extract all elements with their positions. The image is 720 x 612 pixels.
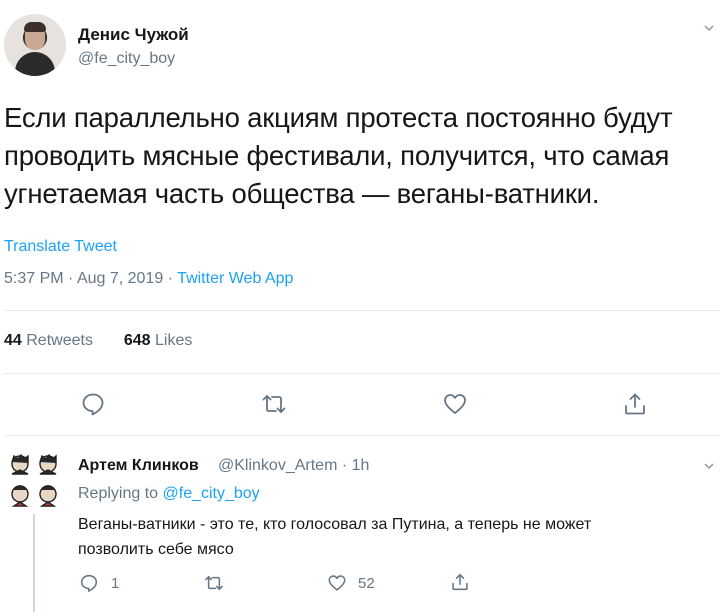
likes-label: Likes bbox=[155, 332, 193, 349]
tweet-text-line: угнетаемая часть общества — веганы-ватни… bbox=[4, 178, 600, 209]
retweet-arrows-icon[interactable] bbox=[261, 391, 287, 417]
comment-bubble-icon[interactable] bbox=[80, 391, 106, 417]
retweets-count: 44 bbox=[4, 332, 22, 349]
likes-stat[interactable]: 648 Likes bbox=[124, 332, 193, 349]
tweet-metadata: 5:37 PM · Aug 7, 2019 · Twitter Web App bbox=[4, 270, 293, 288]
meta-separator: · bbox=[167, 270, 174, 287]
comment-bubble-icon[interactable] bbox=[79, 573, 99, 593]
thread-line bbox=[33, 514, 35, 612]
reply-author-handle[interactable]: @Klinkov_Artem · 1h bbox=[218, 457, 369, 475]
replying-to-handle[interactable]: @fe_city_boy bbox=[163, 485, 260, 502]
retweets-stat[interactable]: 44 Retweets bbox=[4, 332, 93, 349]
share-upload-icon[interactable] bbox=[622, 391, 648, 417]
tweet-text: Если параллельно акциям протеста постоян… bbox=[4, 99, 716, 213]
meta-separator: · bbox=[68, 270, 74, 287]
tweet-text-line: проводить мясные фестивали, получится, ч… bbox=[4, 140, 670, 171]
replying-to: Replying to @fe_city_boy bbox=[78, 485, 260, 503]
divider bbox=[4, 310, 720, 311]
share-upload-icon[interactable] bbox=[450, 572, 470, 592]
chevron-down-icon[interactable] bbox=[704, 23, 714, 33]
reply-text: Веганы-ватники - это те, кто голосовал з… bbox=[78, 512, 698, 562]
tweet-time[interactable]: 5:37 PM bbox=[4, 270, 64, 287]
translate-tweet-link[interactable]: Translate Tweet bbox=[4, 238, 117, 256]
reply-author-avatar[interactable] bbox=[4, 450, 66, 512]
avatar-hair bbox=[24, 22, 46, 32]
heart-icon[interactable] bbox=[327, 573, 347, 593]
retweet-arrows-icon[interactable] bbox=[204, 573, 224, 593]
engagement-stats: 44 Retweets 648 Likes bbox=[4, 332, 192, 350]
replying-prefix: Replying to bbox=[78, 485, 159, 502]
tweet-text-line: Если параллельно акциям протеста постоян… bbox=[4, 102, 673, 133]
reply-text-line: Веганы-ватники - это те, кто голосовал з… bbox=[78, 516, 592, 533]
author-avatar[interactable] bbox=[4, 14, 66, 76]
reply-count: 1 bbox=[111, 575, 120, 592]
reply-text-line: позволить себе мясо bbox=[78, 541, 234, 558]
likes-count: 648 bbox=[123, 332, 151, 349]
source-app-link[interactable]: Twitter Web App bbox=[177, 270, 293, 287]
heart-icon[interactable] bbox=[442, 391, 468, 417]
reply-like-count: 52 bbox=[358, 575, 375, 592]
chevron-down-icon[interactable] bbox=[704, 461, 714, 471]
avatar-shirt bbox=[15, 52, 55, 76]
divider bbox=[4, 435, 720, 436]
tweet-date[interactable]: Aug 7, 2019 bbox=[77, 270, 163, 287]
retweets-label: Retweets bbox=[26, 332, 93, 349]
divider bbox=[4, 373, 720, 374]
reply-author-name[interactable]: Артем Клинков bbox=[78, 457, 199, 475]
author-name[interactable]: Денис Чужой bbox=[78, 25, 189, 45]
author-handle[interactable]: @fe_city_boy bbox=[78, 50, 175, 68]
